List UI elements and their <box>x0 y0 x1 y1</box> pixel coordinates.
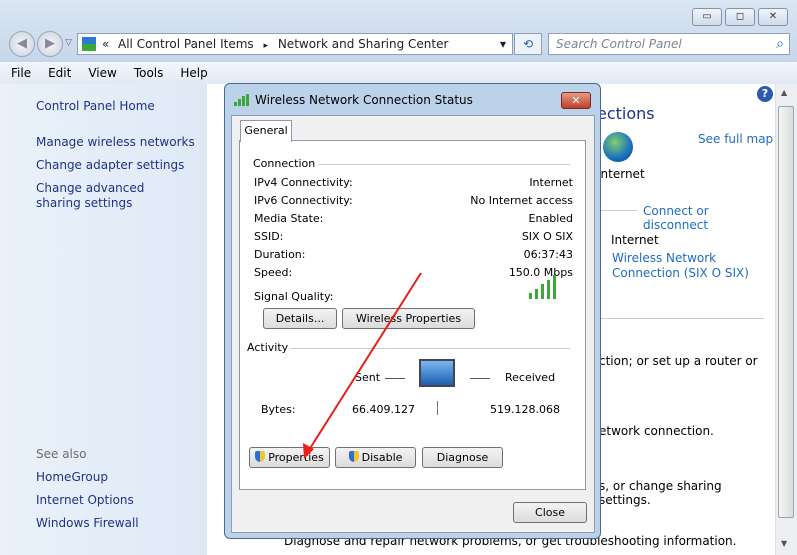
arrow-shaft <box>308 272 422 451</box>
annotation-arrow <box>303 272 422 459</box>
tab-general[interactable]: General <box>240 120 292 142</box>
